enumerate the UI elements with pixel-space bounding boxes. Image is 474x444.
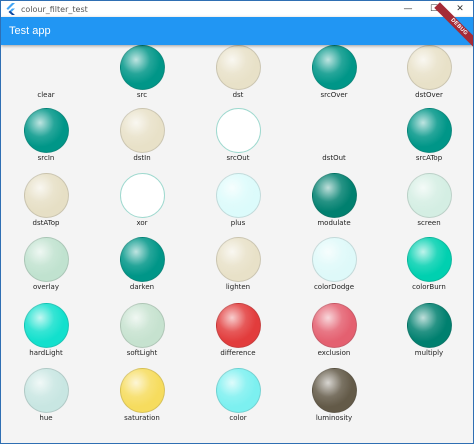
blend-mode-label: colorBurn (412, 283, 446, 291)
blend-mode-cell: darken (102, 237, 182, 299)
blend-mode-cell: srcIn (6, 108, 86, 170)
blend-sample-circle (216, 368, 261, 413)
blend-sample-circle (216, 45, 261, 90)
blend-mode-cell: colorDodge (294, 237, 374, 299)
blend-mode-label: softLight (126, 349, 158, 357)
blend-sample-circle (407, 173, 452, 218)
blend-mode-grid: clear src dst srcOver dstOver srcIn dstIn srcOu… (1, 45, 473, 443)
window-titlebar[interactable]: colour_filter_test — ☐ ✕ (1, 1, 473, 17)
blend-mode-cell: lighten (198, 237, 278, 299)
blend-mode-label: hardLight (29, 349, 63, 357)
blend-sample-circle (407, 237, 452, 282)
blend-sample-circle (120, 303, 165, 348)
blend-sample-circle (312, 173, 357, 218)
blend-mode-cell: saturation (102, 368, 182, 430)
blend-mode-cell: luminosity (294, 368, 374, 430)
page-title: Test app (9, 25, 51, 37)
blend-mode-cell: xor (102, 173, 182, 235)
blend-mode-label: color (229, 414, 247, 422)
blend-mode-cell: srcOut (198, 108, 278, 170)
blend-mode-cell: src (102, 45, 182, 107)
flutter-logo-icon (5, 3, 17, 15)
blend-mode-cell: srcOver (294, 45, 374, 107)
blend-mode-label: luminosity (315, 414, 353, 422)
blend-mode-label: screen (417, 219, 441, 227)
blend-mode-cell: clear (6, 45, 86, 107)
blend-mode-label: srcIn (37, 154, 55, 162)
blend-mode-label: dst (232, 91, 244, 99)
blend-mode-label: clear (37, 91, 55, 99)
blend-sample-circle (120, 173, 165, 218)
blend-sample-circle (120, 368, 165, 413)
blend-sample-circle (24, 108, 69, 153)
blend-sample-circle (216, 303, 261, 348)
blend-sample-circle (24, 173, 69, 218)
blend-mode-cell: colorBurn (389, 237, 469, 299)
window-controls: — ☐ ✕ (395, 1, 473, 17)
blend-sample-circle (312, 303, 357, 348)
blend-mode-cell: hue (6, 368, 86, 430)
blend-sample-circle (120, 237, 165, 282)
blend-sample-circle (312, 237, 357, 282)
blend-mode-cell: dst (198, 45, 278, 107)
blend-mode-cell: modulate (294, 173, 374, 235)
blend-mode-cell: srcATop (389, 108, 469, 170)
blend-mode-label: srcOver (320, 91, 348, 99)
minimize-button[interactable]: — (395, 1, 421, 17)
blend-mode-label: multiply (414, 349, 444, 357)
blend-mode-cell: softLight (102, 303, 182, 365)
blend-sample-circle (24, 368, 69, 413)
blend-mode-cell: dstOut (294, 108, 374, 170)
blend-mode-label: hue (39, 414, 53, 422)
blend-sample-circle (407, 108, 452, 153)
blend-mode-cell: hardLight (6, 303, 86, 365)
blend-mode-cell: color (198, 368, 278, 430)
blend-mode-label: difference (220, 349, 256, 357)
blend-mode-cell: overlay (6, 237, 86, 299)
blend-sample-circle (312, 368, 357, 413)
window-title: colour_filter_test (21, 4, 88, 14)
blend-sample-circle (216, 173, 261, 218)
blend-mode-cell: dstIn (102, 108, 182, 170)
blend-sample-circle (120, 108, 165, 153)
blend-mode-label: exclusion (317, 349, 351, 357)
blend-mode-label: colorDodge (313, 283, 355, 291)
blend-sample-circle (312, 45, 357, 90)
blend-mode-label: dstOut (322, 154, 346, 162)
blend-mode-label: dstATop (32, 219, 60, 227)
blend-mode-label: src (136, 91, 148, 99)
blend-mode-cell: plus (198, 173, 278, 235)
blend-mode-label: modulate (317, 219, 351, 227)
blend-mode-cell: dstOver (389, 45, 469, 107)
blend-mode-cell: screen (389, 173, 469, 235)
blend-mode-label: dstIn (133, 154, 151, 162)
blend-sample-circle (216, 108, 261, 153)
blend-mode-label: plus (230, 219, 246, 227)
blend-mode-label: xor (136, 219, 148, 227)
blend-sample-circle (120, 45, 165, 90)
blend-mode-label: srcOut (226, 154, 250, 162)
app-window: colour_filter_test — ☐ ✕ Test app DEBUG … (0, 0, 474, 444)
blend-mode-label: dstOver (415, 91, 443, 99)
blend-mode-cell: multiply (389, 303, 469, 365)
blend-sample-circle (407, 45, 452, 90)
blend-sample-circle (216, 237, 261, 282)
blend-mode-label: overlay (33, 283, 59, 291)
blend-sample-circle (24, 303, 69, 348)
blend-mode-label: darken (129, 283, 155, 291)
blend-sample-circle (24, 237, 69, 282)
blend-mode-label: lighten (225, 283, 251, 291)
blend-mode-label: srcATop (415, 154, 443, 162)
blend-mode-cell: exclusion (294, 303, 374, 365)
blend-mode-cell: difference (198, 303, 278, 365)
blend-sample-circle (407, 303, 452, 348)
app-bar: Test app (1, 17, 473, 45)
blend-mode-cell: dstATop (6, 173, 86, 235)
blend-mode-label: saturation (124, 414, 160, 422)
